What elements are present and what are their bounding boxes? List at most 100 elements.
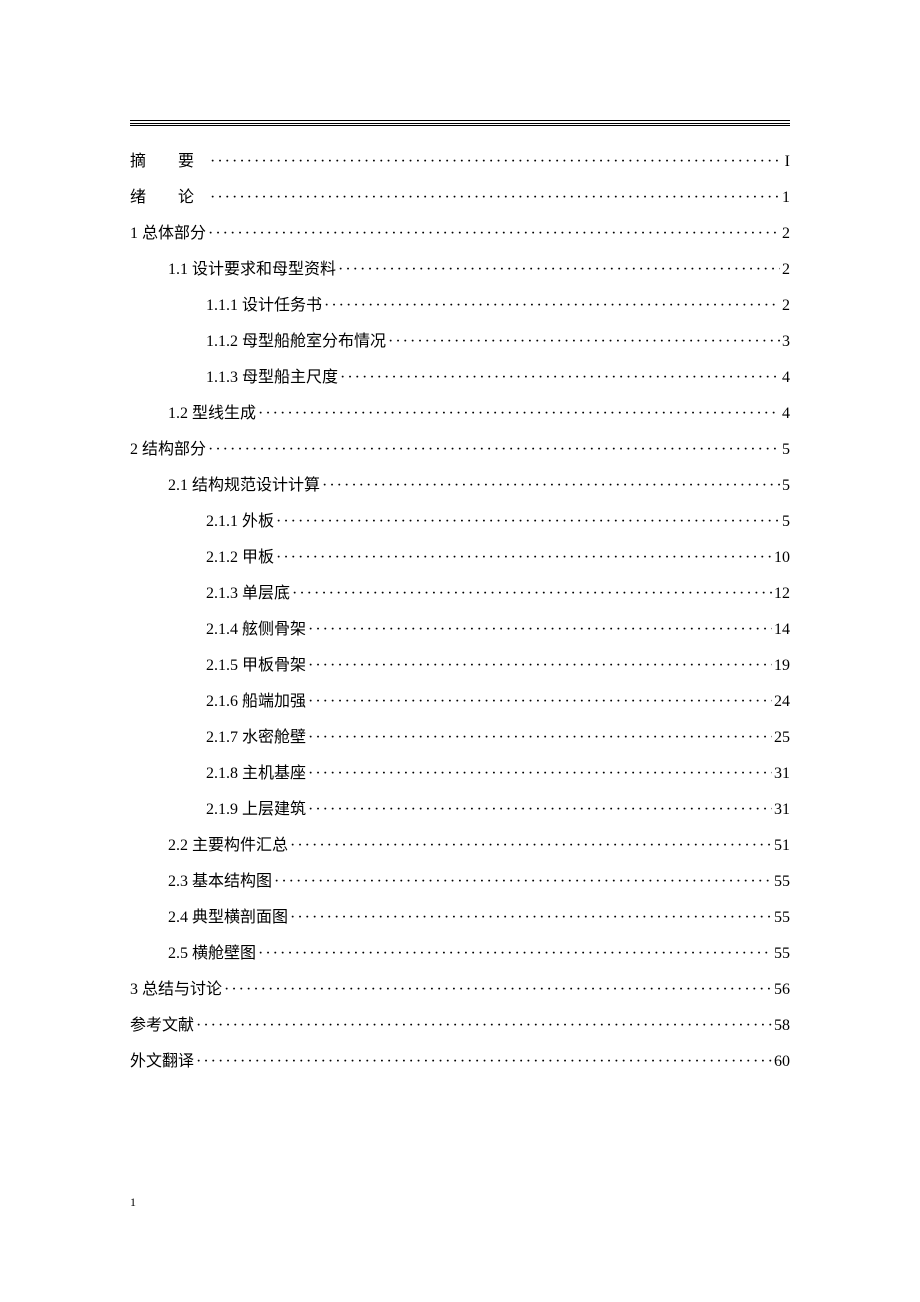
- toc-leader: [196, 1008, 772, 1044]
- toc-leader: [210, 144, 783, 180]
- toc-entry: 摘 要I: [130, 144, 790, 180]
- toc-page-number: 55: [774, 936, 790, 972]
- toc-page-number: 24: [774, 684, 790, 720]
- toc-leader: [308, 648, 772, 684]
- header-rule: [130, 120, 790, 126]
- toc-leader: [308, 720, 772, 756]
- toc-label: 2.1.1 外板: [206, 504, 274, 540]
- toc-label: 2.5 横舱壁图: [168, 936, 256, 972]
- toc-entry: 绪 论 1: [130, 180, 790, 216]
- toc-label: 2.2 主要构件汇总: [168, 828, 288, 864]
- toc-label: 参考文献: [130, 1008, 194, 1044]
- toc-leader: [258, 396, 780, 432]
- toc-label: 外文翻译: [130, 1044, 194, 1080]
- toc-page-number: 60: [774, 1044, 790, 1080]
- toc-entry: 1 总体部分2: [130, 216, 790, 252]
- toc-page-number: 58: [774, 1008, 790, 1044]
- toc-page-number: 2: [782, 216, 790, 252]
- toc-leader: [308, 684, 772, 720]
- toc-entry: 2.1.7 水密舱壁 25: [130, 720, 790, 756]
- toc-label: 1.1 设计要求和母型资料: [168, 252, 336, 288]
- toc-label: 2.1.8 主机基座: [206, 756, 306, 792]
- toc-label: 1.1.3 母型船主尺度: [206, 360, 338, 396]
- toc-page-number: 2: [782, 288, 790, 324]
- toc-leader: [258, 936, 772, 972]
- toc-label: 3 总结与讨论: [130, 972, 222, 1008]
- toc-entry: 1.1 设计要求和母型资料 2: [130, 252, 790, 288]
- toc-leader: [338, 252, 780, 288]
- toc-entry: 2.1 结构规范设计计算 5: [130, 468, 790, 504]
- toc-label: 2.1.9 上层建筑: [206, 792, 306, 828]
- toc-label: 2.1.4 舷侧骨架: [206, 612, 306, 648]
- toc-leader: [210, 180, 780, 216]
- toc-page-number: 55: [774, 864, 790, 900]
- toc-entry: 2.1.8 主机基座 31: [130, 756, 790, 792]
- toc-label: 2.1.7 水密舱壁: [206, 720, 306, 756]
- toc-leader: [274, 864, 772, 900]
- toc-page-number: 5: [782, 468, 790, 504]
- toc-entry: 1.1.3 母型船主尺度 4: [130, 360, 790, 396]
- toc-page-number: I: [785, 144, 790, 180]
- toc-page-number: 25: [774, 720, 790, 756]
- toc-label: 摘 要: [130, 144, 208, 180]
- toc-entry: 2.1.6 船端加强 24: [130, 684, 790, 720]
- toc-leader: [322, 468, 780, 504]
- page-container: 摘 要 I 绪 论 11 总体部分21.1 设计要求和母型资料 2 1.1.1 设计任务书…: [0, 0, 920, 1080]
- table-of-contents: 摘 要 I 绪 论 11 总体部分21.1 设计要求和母型资料 2 1.1.1 设计任务书…: [130, 144, 790, 1080]
- toc-page-number: 5: [782, 432, 790, 468]
- toc-leader: [292, 576, 772, 612]
- toc-label: 2 结构部分: [130, 432, 206, 468]
- toc-page-number: 12: [774, 576, 790, 612]
- toc-label: 2.1.2 甲板: [206, 540, 274, 576]
- toc-entry: 2.1.4 舷侧骨架 14: [130, 612, 790, 648]
- toc-leader: [208, 432, 780, 468]
- toc-page-number: 19: [774, 648, 790, 684]
- toc-leader: [388, 324, 780, 360]
- toc-label: 2.1.3 单层底: [206, 576, 290, 612]
- toc-entry: 2.1.3 单层底 12: [130, 576, 790, 612]
- toc-page-number: 31: [774, 756, 790, 792]
- toc-page-number: 10: [774, 540, 790, 576]
- toc-leader: [308, 612, 772, 648]
- toc-label: 2.4 典型横剖面图: [168, 900, 288, 936]
- toc-label: 绪 论: [130, 180, 208, 216]
- toc-page-number: 4: [782, 360, 790, 396]
- toc-label: 2.1.6 船端加强: [206, 684, 306, 720]
- toc-label: 1.1.1 设计任务书: [206, 288, 322, 324]
- toc-page-number: 2: [782, 252, 790, 288]
- toc-entry: 2.1.1 外板5: [130, 504, 790, 540]
- toc-leader: [324, 288, 780, 324]
- page-number: 1: [130, 1195, 136, 1210]
- toc-page-number: 3: [782, 324, 790, 360]
- toc-entry: 2.2 主要构件汇总51: [130, 828, 790, 864]
- toc-entry: 1.2 型线生成 4: [130, 396, 790, 432]
- toc-page-number: 14: [774, 612, 790, 648]
- toc-entry: 参考文献 58: [130, 1008, 790, 1044]
- toc-entry: 2.4 典型横剖面图 55: [130, 900, 790, 936]
- toc-leader: [224, 972, 772, 1008]
- toc-entry: 2.1.2 甲板 10: [130, 540, 790, 576]
- toc-page-number: 56: [774, 972, 790, 1008]
- toc-leader: [276, 504, 780, 540]
- toc-page-number: 55: [774, 900, 790, 936]
- toc-label: 1.2 型线生成: [168, 396, 256, 432]
- toc-leader: [208, 216, 780, 252]
- toc-leader: [308, 756, 772, 792]
- toc-label: 2.3 基本结构图: [168, 864, 272, 900]
- toc-leader: [290, 828, 772, 864]
- toc-entry: 2.1.9 上层建筑 31: [130, 792, 790, 828]
- toc-page-number: 1: [782, 180, 790, 216]
- toc-entry: 2.5 横舱壁图 55: [130, 936, 790, 972]
- toc-label: 2.1 结构规范设计计算: [168, 468, 320, 504]
- toc-leader: [196, 1044, 772, 1080]
- toc-page-number: 4: [782, 396, 790, 432]
- toc-entry: 3 总结与讨论 56: [130, 972, 790, 1008]
- toc-entry: 2.1.5 甲板骨架19: [130, 648, 790, 684]
- toc-leader: [340, 360, 780, 396]
- toc-entry: 1.1.2 母型船舱室分布情况3: [130, 324, 790, 360]
- toc-entry: 2 结构部分 5: [130, 432, 790, 468]
- toc-leader: [290, 900, 772, 936]
- toc-entry: 外文翻译 60: [130, 1044, 790, 1080]
- toc-leader: [308, 792, 772, 828]
- toc-page-number: 31: [774, 792, 790, 828]
